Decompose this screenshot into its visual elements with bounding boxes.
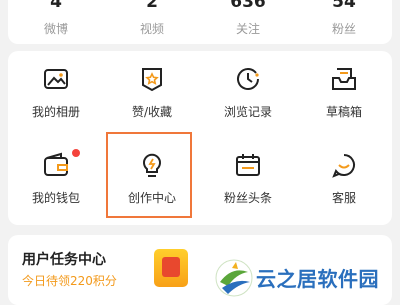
- highlight-frame: [106, 132, 192, 218]
- menu-item-label: 草稿箱: [325, 105, 362, 119]
- stat-videos[interactable]: 2 视频: [104, 0, 200, 44]
- stat-label: 微博: [43, 22, 68, 36]
- stat-label: 关注: [235, 22, 260, 36]
- watermark-logo-icon: [214, 256, 254, 300]
- wallet-icon: [42, 151, 70, 179]
- menu-item-label: 粉丝头条: [223, 191, 272, 205]
- feature-menu-grid: 我的相册 赞/收藏 浏览记录 草稿箱 我的钱包 创作中心 粉丝头条 客服: [8, 51, 392, 225]
- menu-item-customer-service[interactable]: 客服: [296, 137, 392, 217]
- menu-item-fans-headlines[interactable]: 粉丝头条: [200, 137, 296, 217]
- profile-stats-bar: 4 微博 2 视频 636 关注 54 粉丝: [8, 0, 392, 44]
- gift-badge-icon: [154, 249, 188, 287]
- draft-box-icon: [330, 65, 358, 93]
- stat-value: 4: [50, 0, 62, 12]
- stat-following[interactable]: 636 关注: [200, 0, 296, 44]
- menu-item-likes-favorites[interactable]: 赞/收藏: [104, 51, 200, 131]
- menu-item-drafts[interactable]: 草稿箱: [296, 51, 392, 131]
- menu-item-label: 我的钱包: [31, 191, 80, 205]
- customer-service-icon: [330, 151, 358, 179]
- stat-value: 2: [146, 0, 158, 12]
- notification-dot: [72, 149, 80, 157]
- menu-item-photo-album[interactable]: 我的相册: [8, 51, 104, 131]
- stat-weibo[interactable]: 4 微博: [8, 0, 104, 44]
- task-points-subtitle: 今日待领220积分: [22, 274, 117, 288]
- stat-label: 视频: [139, 22, 164, 36]
- menu-item-label: 赞/收藏: [131, 105, 173, 119]
- watermark-text: 云之居软件园: [256, 267, 379, 291]
- menu-item-label: 浏览记录: [223, 105, 272, 119]
- clock-icon: [234, 65, 262, 93]
- calendar-icon: [234, 151, 262, 179]
- watermark: 云之居软件园: [214, 256, 400, 302]
- menu-item-label: 客服: [331, 191, 356, 205]
- stat-fans[interactable]: 54 粉丝: [296, 0, 392, 44]
- menu-item-history[interactable]: 浏览记录: [200, 51, 296, 131]
- stat-value: 636: [230, 0, 266, 12]
- menu-item-label: 我的相册: [31, 105, 80, 119]
- menu-item-wallet[interactable]: 我的钱包: [8, 137, 104, 217]
- stat-value: 54: [332, 0, 356, 12]
- photo-album-icon: [42, 65, 70, 93]
- task-center-title: 用户任务中心: [22, 252, 106, 268]
- stat-label: 粉丝: [331, 22, 356, 36]
- star-badge-icon: [138, 65, 166, 93]
